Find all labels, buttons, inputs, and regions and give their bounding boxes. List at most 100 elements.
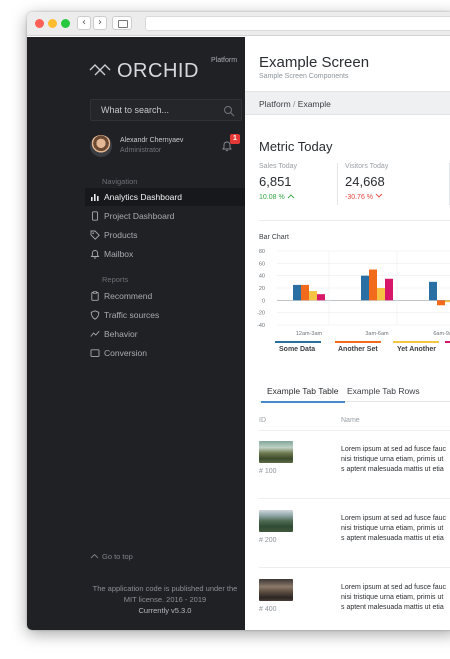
bar-another-set[interactable]: [301, 284, 309, 301]
brand-tag: Platform: [211, 57, 238, 64]
row-line: s aptent malesuada mattis ut etia: [341, 535, 444, 542]
legend-item-another-set[interactable]: Another Set: [338, 346, 378, 353]
sidebar-footer: The application code is published under …: [85, 583, 245, 616]
search-icon[interactable]: [223, 105, 235, 117]
legend-swatch-another-set: [335, 341, 381, 343]
metrics-divider: [259, 220, 450, 221]
sidebar-item-project-dashboard[interactable]: Project Dashboard: [85, 207, 245, 225]
row-line: Lorem ipsum at sed ad fusce fauc: [341, 584, 447, 591]
bell-icon: [90, 250, 100, 259]
tag-icon: [90, 230, 100, 240]
chevron-down-icon: [375, 193, 383, 198]
sidebar-item-behavior[interactable]: Behavior: [85, 325, 245, 343]
back-button[interactable]: ‹: [77, 16, 91, 30]
tab-example-table[interactable]: Example Tab Table: [261, 386, 345, 403]
close-window-button[interactable]: [35, 19, 44, 28]
avatar[interactable]: [90, 135, 112, 157]
metric-label: Sales Today: [259, 163, 298, 170]
bar-some-data[interactable]: [361, 275, 369, 301]
table-row[interactable]: # 200 Lorem ipsum at sed ad fusce fauc n…: [259, 500, 450, 568]
legend-swatch-yet-another: [393, 341, 439, 343]
metric-value: 24,668: [345, 174, 385, 189]
metric-value: 6,851: [259, 174, 292, 189]
notification-badge: 1: [230, 134, 240, 144]
sidebar-item-label: Traffic sources: [104, 310, 160, 320]
breadcrumb-item-platform[interactable]: Platform: [259, 99, 291, 109]
row-line: nisi tristique urna etiam, primis ut: [341, 456, 444, 463]
bar-yet-another[interactable]: [445, 300, 450, 303]
minimize-window-button[interactable]: [48, 19, 57, 28]
column-header-name[interactable]: Name: [341, 417, 360, 424]
legend-item-yet-another[interactable]: Yet Another: [397, 346, 436, 353]
chevron-up-icon: [90, 553, 99, 559]
breadcrumb: Platform / Example: [245, 91, 450, 115]
sidebar-item-label: Recommend: [104, 291, 153, 301]
search-input[interactable]: What to search...: [90, 99, 242, 121]
row-id: # 200: [259, 537, 277, 544]
y-tick-label: 40: [259, 274, 265, 280]
metric-divider: [337, 163, 338, 205]
row-line: Lorem ipsum at sed ad fusce fauc: [341, 515, 447, 522]
bar-yet-another[interactable]: [309, 291, 317, 301]
metric-delta-value: -30.76 %: [345, 194, 374, 201]
sidebar-item-mailbox[interactable]: Mailbox: [85, 245, 245, 263]
y-tick-label: 20: [259, 286, 265, 292]
x-tick-label: 12am-3am: [296, 331, 323, 337]
bar-chart-icon: [91, 194, 99, 201]
address-bar[interactable]: [145, 16, 450, 31]
user-name: Alexandr Chernyaev: [120, 137, 184, 144]
bar-some-data[interactable]: [293, 284, 301, 301]
bar-an[interactable]: [385, 278, 393, 301]
breadcrumb-item-example: Example: [297, 99, 331, 109]
version-text: Currently v5.3.0: [138, 606, 192, 615]
metrics-title: Metric Today: [259, 139, 333, 154]
zoom-window-button[interactable]: [61, 19, 70, 28]
clipboard-icon: [91, 291, 99, 301]
bar-an[interactable]: [317, 294, 325, 301]
metric-label: Visitors Today: [345, 163, 389, 170]
device-icon: [92, 211, 98, 221]
shield-icon: [90, 310, 100, 320]
metric-delta: 10.08 %: [259, 193, 295, 201]
legend-item-some-data[interactable]: Some Data: [279, 346, 315, 353]
chart-title: Bar Chart: [259, 234, 289, 241]
sidebar-toggle-button[interactable]: [112, 16, 132, 30]
folder-icon: [90, 349, 100, 357]
user-profile[interactable]: Alexandr Chernyaev Administrator 1: [90, 134, 242, 159]
chevron-up-icon: [287, 194, 294, 199]
row-line: nisi tristique urna etiam, primis ut: [341, 594, 444, 601]
row-description: Lorem ipsum at sed ad fusce fauc nisi tr…: [341, 583, 450, 613]
forward-button[interactable]: ›: [93, 16, 107, 30]
column-header-id[interactable]: ID: [259, 417, 266, 424]
reports-section-label: Reports: [102, 275, 129, 284]
tab-example-rows[interactable]: Example Tab Rows: [341, 386, 426, 401]
table-row[interactable]: # 100 Lorem ipsum at sed ad fusce fauc n…: [259, 431, 450, 499]
page-title: Example Screen: [259, 54, 370, 71]
sidebar-item-products[interactable]: Products: [85, 226, 245, 244]
sidebar-item-label: Behavior: [104, 329, 138, 339]
browser-toolbar: ‹ ›: [27, 12, 450, 36]
row-id: # 100: [259, 468, 277, 475]
license-line: The application code is published under …: [92, 584, 238, 593]
row-line: s aptent malesuada mattis ut etia: [341, 604, 444, 611]
y-tick-label: 80: [259, 249, 265, 255]
bar-another-set[interactable]: [437, 300, 445, 306]
row-line: Lorem ipsum at sed ad fusce fauc: [341, 446, 447, 453]
bar-some-data[interactable]: [429, 281, 437, 301]
table-row[interactable]: # 400 Lorem ipsum at sed ad fusce fauc n…: [259, 569, 450, 630]
row-id: # 400: [259, 606, 277, 613]
bar-yet-another[interactable]: [377, 288, 385, 301]
sidebar-item-recommend[interactable]: Recommend: [85, 287, 245, 305]
sidebar-item-conversion[interactable]: Conversion: [85, 344, 245, 362]
bar-another-set[interactable]: [369, 269, 377, 301]
sidebar: ORCHID Platform What to search... Alexan…: [27, 37, 245, 630]
sidebar-item-traffic-sources[interactable]: Traffic sources: [85, 306, 245, 324]
y-tick-label: 60: [259, 261, 265, 267]
sidebar-item-label: Products: [104, 230, 138, 240]
row-line: s aptent malesuada mattis ut etia: [341, 466, 444, 473]
main-content: Example Screen Sample Screen Components …: [245, 37, 450, 630]
sidebar-item-analytics-dashboard[interactable]: Analytics Dashboard: [85, 188, 245, 206]
row-thumbnail-image: [259, 510, 293, 532]
metric-delta: -30.76 %: [345, 193, 383, 201]
tab-bar: Example Tab Table Example Tab Rows: [259, 384, 450, 403]
